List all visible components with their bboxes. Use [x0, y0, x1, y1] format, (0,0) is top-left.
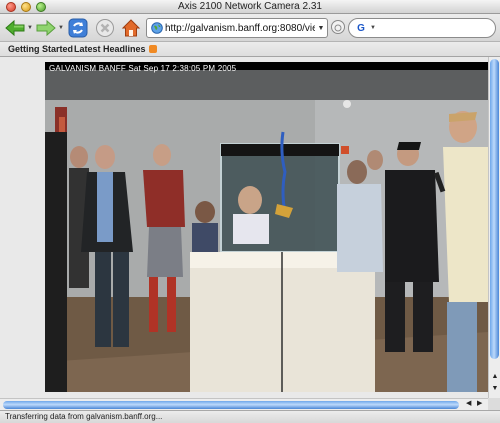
go-button[interactable]	[331, 20, 345, 34]
bookmark-getting-started[interactable]: Getting Started	[8, 44, 73, 54]
camera-scene	[45, 70, 488, 392]
bookmarks-toolbar: Getting Started Latest Headlines	[0, 42, 500, 57]
forward-arrow-icon	[36, 19, 56, 37]
go-icon	[334, 24, 342, 32]
status-text: Transferring data from galvanism.banff.o…	[5, 412, 163, 421]
home-icon	[121, 19, 141, 37]
back-button[interactable]	[4, 18, 26, 38]
navigation-toolbar: ▼ ▼ http://galvanism.banff.org:8080/view…	[0, 14, 500, 42]
search-engine-icon[interactable]: G	[352, 21, 370, 35]
reload-icon	[68, 18, 88, 38]
scroll-up-arrow-icon[interactable]: ▲	[490, 373, 500, 380]
vertical-scroll-thumb[interactable]	[490, 59, 499, 359]
reload-button[interactable]	[68, 18, 88, 38]
rss-feed-icon	[148, 45, 157, 53]
bookmark-latest-headlines-label: Latest Headlines	[74, 44, 146, 54]
back-arrow-icon	[5, 19, 25, 37]
stop-icon	[96, 19, 114, 37]
search-engine-dropdown[interactable]: ▼	[370, 25, 376, 31]
forward-button[interactable]	[35, 18, 57, 38]
address-history-dropdown[interactable]: ▼	[315, 25, 327, 32]
stop-button[interactable]	[95, 18, 115, 38]
search-box[interactable]: G ▼	[348, 18, 496, 38]
bookmark-latest-headlines[interactable]: Latest Headlines	[74, 44, 157, 54]
horizontal-scrollbar[interactable]: ◀ ▶	[0, 398, 488, 410]
camera-live-image: GALVANISM BANFF Sat Sep 17 2:38:05 PM 20…	[45, 62, 488, 392]
status-bar: Transferring data from galvanism.banff.o…	[0, 410, 500, 423]
site-globe-icon	[149, 20, 165, 36]
scrollbar-corner	[488, 398, 500, 410]
forward-history-dropdown[interactable]: ▼	[58, 25, 64, 31]
window-titlebar[interactable]: Axis 2100 Network Camera 2.31	[0, 0, 500, 14]
scroll-left-arrow-icon[interactable]: ◀	[466, 399, 471, 407]
camera-timestamp-caption: GALVANISM BANFF Sat Sep 17 2:38:05 PM 20…	[49, 64, 237, 73]
home-button[interactable]	[121, 18, 141, 38]
scroll-down-arrow-icon[interactable]: ▼	[490, 385, 500, 392]
window-title: Axis 2100 Network Camera 2.31	[178, 1, 322, 12]
address-bar[interactable]: http://galvanism.banff.org:8080/view ▼	[146, 18, 328, 38]
back-history-dropdown[interactable]: ▼	[27, 25, 33, 31]
vertical-scrollbar[interactable]: ▲ ▼	[488, 57, 500, 398]
address-input[interactable]: http://galvanism.banff.org:8080/view	[165, 23, 315, 34]
horizontal-scroll-thumb[interactable]	[3, 401, 459, 409]
scroll-right-arrow-icon[interactable]: ▶	[477, 399, 482, 407]
